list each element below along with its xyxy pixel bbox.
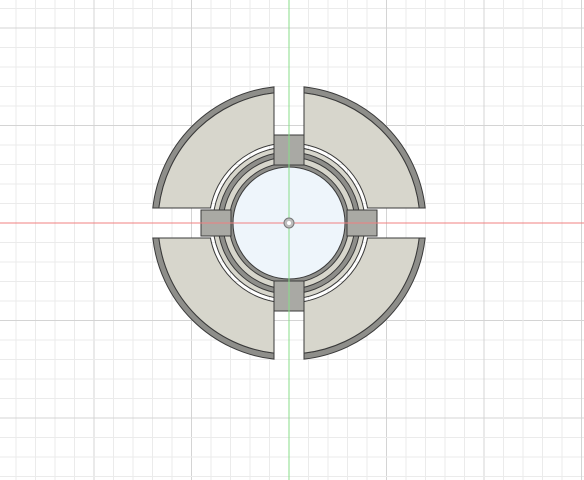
origin-point-center — [287, 221, 291, 225]
cad-viewport[interactable] — [0, 0, 584, 480]
origin-marker[interactable] — [283, 217, 295, 229]
viewport-canvas[interactable] — [0, 0, 584, 480]
